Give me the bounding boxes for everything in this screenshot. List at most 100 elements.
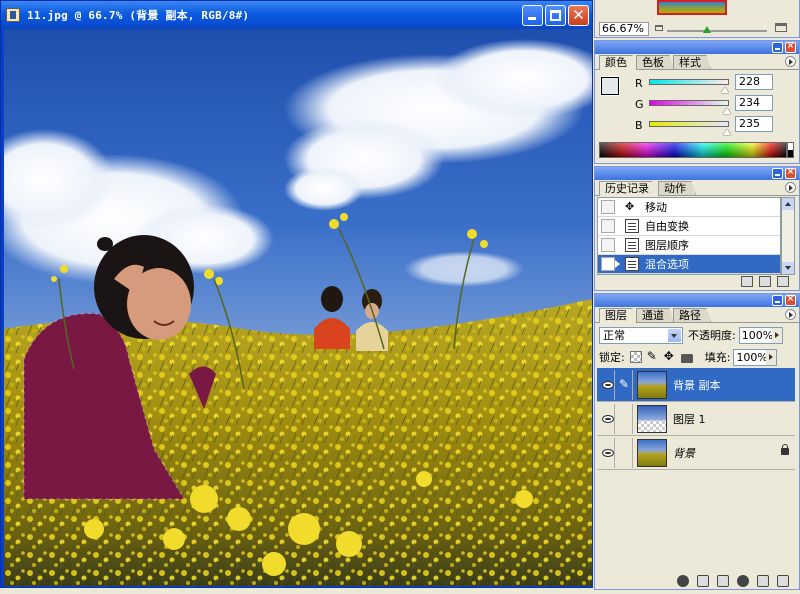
red-label: R <box>635 77 643 90</box>
eye-icon[interactable] <box>599 437 615 468</box>
blend-row: 正常 不透明度: 100% <box>599 326 797 344</box>
zoom-in-icon[interactable] <box>775 23 787 32</box>
panel-menu-icon[interactable] <box>785 56 796 67</box>
history-item[interactable]: 自由变换 <box>598 217 780 236</box>
navigator-thumbnail[interactable] <box>657 0 727 15</box>
tab-history[interactable]: 历史记录 <box>599 181 659 196</box>
image-canvas[interactable] <box>4 29 592 586</box>
blue-slider[interactable] <box>649 121 729 127</box>
panel-minimize-button[interactable] <box>772 295 783 306</box>
panel-close-button[interactable]: × <box>785 294 796 306</box>
history-scrollbar[interactable] <box>781 197 795 275</box>
black-white-swatch[interactable] <box>787 142 794 158</box>
panel-minimize-button[interactable] <box>772 168 783 179</box>
tab-layers[interactable]: 图层 <box>599 308 637 323</box>
panel-close-button[interactable]: × <box>785 41 796 53</box>
history-snapshot-checkbox[interactable] <box>601 200 615 214</box>
foreground-color-swatch[interactable] <box>600 76 620 96</box>
zoom-slider-handle[interactable] <box>703 26 711 33</box>
document-titlebar[interactable]: 11.jpg @ 66.7% (背景 副本, RGB/8#) ✕ <box>1 1 592 29</box>
zoom-slider[interactable] <box>667 30 767 32</box>
layer-link-cell[interactable] <box>615 437 633 468</box>
lock-pixels-icon[interactable] <box>647 349 659 363</box>
tab-paths[interactable]: 路径 <box>673 308 711 322</box>
eye-icon[interactable] <box>599 403 615 434</box>
chevron-down-icon[interactable] <box>668 328 681 342</box>
window-controls: ✕ <box>522 5 589 26</box>
trash-icon[interactable] <box>777 575 789 587</box>
history-snapshot-checkbox[interactable] <box>601 257 615 271</box>
zoom-out-icon[interactable] <box>655 25 663 31</box>
adjustment-layer-icon[interactable] <box>737 575 749 587</box>
panel-minimize-button[interactable] <box>772 42 783 53</box>
new-layer-icon[interactable] <box>757 575 769 587</box>
add-mask-icon[interactable] <box>697 575 709 587</box>
blue-value-field[interactable]: 235 <box>735 116 773 132</box>
layer-name[interactable]: 背景 副本 <box>673 377 721 393</box>
minimize-button[interactable] <box>522 5 543 26</box>
layer-row[interactable]: 图层 1 <box>597 402 795 436</box>
minimize-icon <box>775 48 780 50</box>
tab-actions[interactable]: 动作 <box>658 181 696 195</box>
green-label: G <box>635 98 644 111</box>
layers-panel: × 图层 通道 路径 正常 不透明度: 100% 锁定: 填 <box>594 293 800 590</box>
fill-field[interactable]: 100% <box>733 348 778 366</box>
opacity-field[interactable]: 100% <box>738 326 783 344</box>
new-group-icon[interactable] <box>717 575 729 587</box>
layer-row-selected[interactable]: 背景 副本 <box>597 368 795 402</box>
layer-row[interactable]: 背景 <box>597 436 795 470</box>
history-item-label: 自由变换 <box>645 220 689 233</box>
opacity-label: 不透明度: <box>688 329 736 342</box>
panel-close-button[interactable]: × <box>785 167 796 179</box>
tab-color[interactable]: 颜色 <box>599 55 637 70</box>
fg-bg-swatches <box>600 76 629 105</box>
canola-field-photo <box>4 29 592 586</box>
history-state-icon <box>625 219 639 233</box>
green-slider-handle[interactable] <box>723 108 731 114</box>
red-slider[interactable] <box>649 79 729 85</box>
trash-icon[interactable] <box>777 276 789 287</box>
history-snapshot-checkbox[interactable] <box>601 238 615 252</box>
history-item[interactable]: 图层顺序 <box>598 236 780 255</box>
blue-channel-row: B 235 <box>635 116 795 136</box>
layer-link-cell[interactable] <box>615 403 633 434</box>
layer-name[interactable]: 图层 1 <box>673 411 706 427</box>
layer-style-icon[interactable] <box>677 575 689 587</box>
new-document-from-state-icon[interactable] <box>741 276 753 287</box>
green-slider[interactable] <box>649 100 729 106</box>
lock-transparency-icon[interactable] <box>629 351 642 363</box>
panel-menu-icon[interactable] <box>785 309 796 320</box>
history-snapshot-checkbox[interactable] <box>601 219 615 233</box>
history-panel-titlebar[interactable]: × <box>595 167 799 180</box>
layer-name[interactable]: 背景 <box>673 445 695 461</box>
tab-channels[interactable]: 通道 <box>636 308 674 322</box>
scroll-down-icon[interactable] <box>782 262 794 274</box>
brush-icon[interactable] <box>615 369 633 400</box>
blue-slider-handle[interactable] <box>723 129 731 135</box>
color-panel-titlebar[interactable]: × <box>595 41 799 54</box>
lock-label: 锁定: <box>599 351 625 364</box>
navigator-zoom-field[interactable]: 66.67% <box>599 22 649 36</box>
tab-swatches[interactable]: 色板 <box>636 55 674 69</box>
eye-icon[interactable] <box>599 369 615 400</box>
red-slider-handle[interactable] <box>721 87 729 93</box>
red-value-field[interactable]: 228 <box>735 74 773 90</box>
blend-mode-select[interactable]: 正常 <box>599 326 683 344</box>
maximize-button[interactable] <box>545 5 566 26</box>
lock-all-icon[interactable] <box>680 354 693 363</box>
camera-icon[interactable] <box>759 276 771 287</box>
tab-styles[interactable]: 样式 <box>673 55 711 69</box>
history-state-icon <box>625 257 639 271</box>
scroll-up-icon[interactable] <box>782 198 794 210</box>
panel-menu-icon[interactable] <box>785 182 796 193</box>
layer-thumbnail <box>637 438 667 467</box>
green-value-field[interactable]: 234 <box>735 95 773 111</box>
layers-panel-titlebar[interactable]: × <box>595 294 799 307</box>
history-item[interactable]: 移动 <box>598 198 780 217</box>
color-spectrum-ramp[interactable] <box>599 142 787 158</box>
lock-position-icon[interactable] <box>664 349 676 363</box>
fill-arrow-icon[interactable] <box>766 349 777 365</box>
opacity-arrow-icon[interactable] <box>771 327 782 343</box>
close-button[interactable]: ✕ <box>568 5 589 26</box>
history-item-selected[interactable]: 混合选项 <box>598 255 780 274</box>
